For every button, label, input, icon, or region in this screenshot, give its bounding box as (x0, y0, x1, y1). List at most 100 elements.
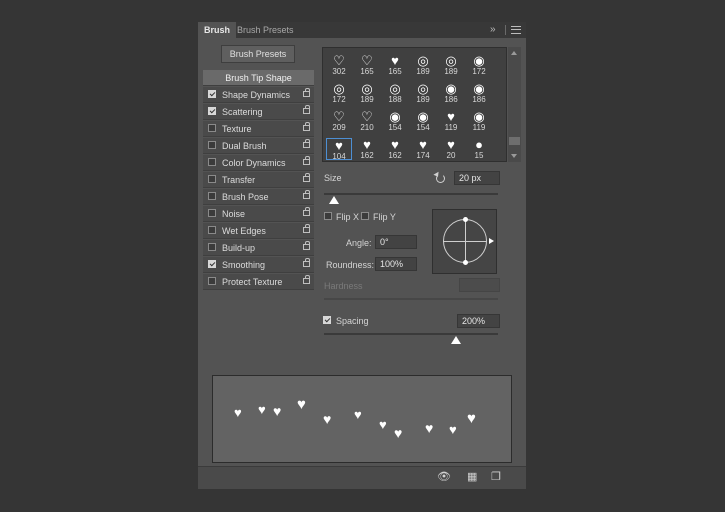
scroll-up-icon[interactable] (511, 51, 517, 55)
setting-label: Color Dynamics (222, 158, 286, 168)
dual-brush-checkbox[interactable] (208, 141, 216, 149)
setting-label: Dual Brush (222, 141, 267, 151)
lock-icon[interactable] (303, 258, 310, 267)
setting-scattering[interactable]: Scattering (203, 104, 314, 120)
setting-brush-pose[interactable]: Brush Pose (203, 189, 314, 205)
visibility-toggle-icon[interactable]: 👁 (437, 472, 451, 483)
brush-tip-162[interactable]: ♥ 162 (382, 138, 408, 160)
lock-icon[interactable] (303, 207, 310, 216)
brush-tip-thumbnail-icon: ♡ (333, 53, 345, 68)
setting-noise[interactable]: Noise (203, 206, 314, 222)
lock-icon[interactable] (303, 156, 310, 165)
roundness-handle-top[interactable] (463, 217, 468, 222)
brush-stroke-preview: ♥ ♥ ♥ ♥ ♥ ♥ ♥ ♥ ♥ ♥ ♥ (212, 375, 512, 463)
brush-tip-119[interactable]: ♥ 119 (438, 110, 464, 132)
brush-tip-119[interactable]: ◉ 119 (466, 110, 492, 132)
size-field[interactable]: 20 px (454, 171, 500, 185)
setting-smoothing[interactable]: Smoothing (203, 257, 314, 273)
spacing-field[interactable]: 200% (457, 314, 500, 328)
setting-label: Shape Dynamics (222, 90, 291, 100)
setting-build-up[interactable]: Build-up (203, 240, 314, 256)
wet-edges-checkbox[interactable] (208, 226, 216, 234)
brush-tip-20[interactable]: ♥ 20 (438, 138, 464, 160)
lock-icon[interactable] (303, 122, 310, 131)
brush-tip-188[interactable]: ◎ 188 (382, 82, 408, 104)
build-up-checkbox[interactable] (208, 243, 216, 251)
brush-tip-209[interactable]: ♡ 209 (326, 110, 352, 132)
collapse-panel-icon[interactable]: » (490, 22, 496, 38)
brush-tip-165[interactable]: ♡ 165 (354, 54, 380, 76)
spacing-checkbox[interactable] (323, 316, 331, 324)
setting-color-dynamics[interactable]: Color Dynamics (203, 155, 314, 171)
brush-tip-154[interactable]: ◉ 154 (382, 110, 408, 132)
lock-icon[interactable] (303, 139, 310, 148)
brush-grid-icon[interactable]: ▦ (467, 472, 477, 483)
setting-wet-edges[interactable]: Wet Edges (203, 223, 314, 239)
noise-checkbox[interactable] (208, 209, 216, 217)
brush-tip-165[interactable]: ♥ 165 (382, 54, 408, 76)
panel-menu-icon[interactable] (511, 26, 521, 34)
brush-tip-189[interactable]: ◎ 189 (438, 54, 464, 76)
brush-tip-scrollbar[interactable] (508, 47, 521, 162)
roundness-field[interactable]: 100% (375, 257, 417, 271)
setting-transfer[interactable]: Transfer (203, 172, 314, 188)
brush-settings-list: Brush Tip Shape Shape Dynamics Scattering T… (203, 70, 314, 291)
brush-tip-thumbnail-icon: ♥ (335, 138, 343, 153)
setting-texture[interactable]: Texture (203, 121, 314, 137)
brush-tip-104[interactable]: ♥ 104 (326, 138, 352, 161)
smoothing-checkbox[interactable] (208, 260, 216, 268)
color-dynamics-checkbox[interactable] (208, 158, 216, 166)
reset-size-icon[interactable] (436, 174, 445, 183)
texture-checkbox[interactable] (208, 124, 216, 132)
setting-dual-brush[interactable]: Dual Brush (203, 138, 314, 154)
scattering-checkbox[interactable] (208, 107, 216, 115)
flip-x-checkbox[interactable] (324, 212, 332, 220)
lock-icon[interactable] (303, 173, 310, 182)
angle-roundness-widget[interactable] (432, 209, 497, 274)
spacing-slider-track[interactable] (324, 333, 498, 335)
brush-tip-186[interactable]: ◉ 186 (438, 82, 464, 104)
transfer-checkbox[interactable] (208, 175, 216, 183)
setting-shape-dynamics[interactable]: Shape Dynamics (203, 87, 314, 103)
brush-tip-162[interactable]: ♥ 162 (354, 138, 380, 160)
angle-field[interactable]: 0° (375, 235, 417, 249)
brush-tip-302[interactable]: ♡ 302 (326, 54, 352, 76)
lock-icon[interactable] (303, 105, 310, 114)
lock-icon[interactable] (303, 88, 310, 97)
lock-icon[interactable] (303, 190, 310, 199)
angle-arrow-icon[interactable] (489, 238, 494, 244)
preview-heart-stroke: ♥ (449, 422, 457, 437)
size-slider-thumb[interactable] (329, 196, 340, 204)
brush-tip-174[interactable]: ♥ 174 (410, 138, 436, 160)
brush-tip-154[interactable]: ◉ 154 (410, 110, 436, 132)
preview-heart-stroke: ♥ (234, 405, 242, 420)
brush-tip-thumbnail-icon: ♥ (419, 137, 427, 152)
hardness-slider-track (324, 298, 498, 300)
brush-presets-button[interactable]: Brush Presets (221, 45, 295, 63)
setting-label: Scattering (222, 107, 263, 117)
scroll-down-icon[interactable] (511, 154, 517, 158)
spacing-slider-thumb[interactable] (451, 336, 462, 344)
flip-y-checkbox[interactable] (361, 212, 369, 220)
brush-tip-172[interactable]: ◎ 172 (326, 82, 352, 104)
setting-protect-texture[interactable]: Protect Texture (203, 274, 314, 290)
brush-pose-checkbox[interactable] (208, 192, 216, 200)
lock-icon[interactable] (303, 275, 310, 284)
new-preset-icon[interactable]: ❐ (491, 472, 501, 483)
brush-tip-189[interactable]: ◎ 189 (354, 82, 380, 104)
scroll-thumb[interactable] (509, 137, 520, 145)
brush-tip-189[interactable]: ◎ 189 (410, 82, 436, 104)
lock-icon[interactable] (303, 224, 310, 233)
brush-tip-210[interactable]: ♡ 210 (354, 110, 380, 132)
roundness-handle-bottom[interactable] (463, 260, 468, 265)
tab-brush-presets[interactable]: Brush Presets (231, 22, 300, 38)
brush-tip-15[interactable]: ● 15 (466, 138, 492, 160)
size-slider-track[interactable] (324, 193, 498, 195)
brush-tip-189[interactable]: ◎ 189 (410, 54, 436, 76)
lock-icon[interactable] (303, 241, 310, 250)
brush-tip-186[interactable]: ◉ 186 (466, 82, 492, 104)
shape-dynamics-checkbox[interactable] (208, 90, 216, 98)
protect-texture-checkbox[interactable] (208, 277, 216, 285)
brush-tip-172[interactable]: ◉ 172 (466, 54, 492, 76)
setting-brush-tip-shape[interactable]: Brush Tip Shape (203, 70, 314, 86)
